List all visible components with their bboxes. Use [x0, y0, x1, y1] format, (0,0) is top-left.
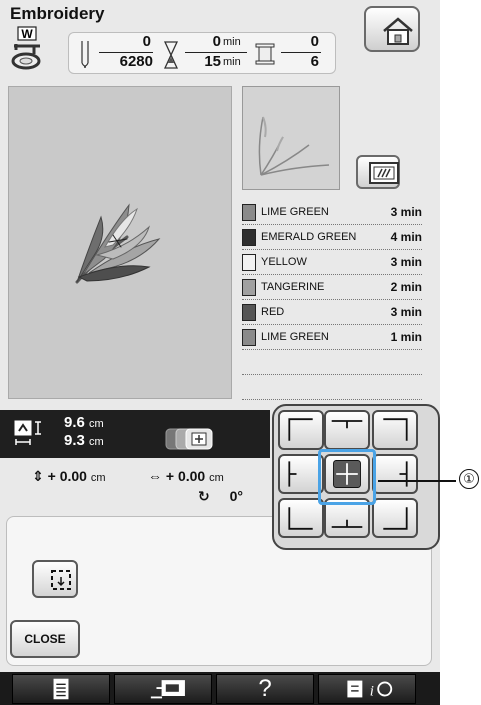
edge-bottom-icon: [331, 519, 363, 528]
thread-color-row: TANGERINE 2 min: [242, 275, 422, 300]
settings-button[interactable]: i: [318, 674, 416, 704]
svg-text:i: i: [370, 684, 374, 700]
thread-swatch: [242, 328, 256, 346]
embroidery-frame-icon: [369, 162, 399, 184]
thread-color-list: LIME GREEN 3 min EMERALD GREEN 4 min YEL…: [242, 200, 422, 400]
stitch-total: 6280: [119, 53, 153, 70]
pattern-thumbnail-image: [258, 116, 330, 176]
edge-right-icon: [399, 461, 408, 487]
trial-button[interactable]: [32, 560, 78, 598]
position-bottom-right-button[interactable]: [372, 498, 418, 538]
vertical-position: + 0.00: [47, 468, 87, 484]
position-top-left-button[interactable]: [278, 410, 324, 450]
thread-color-row: YELLOW 3 min: [242, 250, 422, 275]
corner-top-left-icon: [288, 418, 313, 441]
edge-top-icon: [331, 420, 363, 429]
corner-top-right-icon: [383, 418, 408, 441]
multi-pattern-button[interactable]: [164, 426, 226, 452]
thread-color-time: 3 min: [390, 305, 422, 319]
horizontal-position: + 0.00: [165, 468, 206, 484]
embroidery-preview[interactable]: [8, 86, 232, 399]
position-middle-right-button[interactable]: [372, 454, 418, 494]
rotation-icon: ↻: [198, 488, 210, 504]
size-icon: [14, 420, 41, 445]
presser-foot-icon: W: [10, 26, 50, 72]
pattern-thumbnail: [242, 86, 340, 190]
position-top-right-button[interactable]: [372, 410, 418, 450]
home-icon: [383, 17, 413, 45]
sewing-machine-icon: [150, 680, 185, 699]
list-button[interactable]: [12, 674, 110, 704]
help-button[interactable]: ?: [216, 674, 314, 704]
list-icon: [53, 678, 69, 700]
position-bottom-left-button[interactable]: [278, 498, 324, 538]
thread-color-time: 3 min: [390, 205, 422, 219]
thread-color-name: LIME GREEN: [261, 331, 329, 343]
thread-swatch: [242, 253, 256, 271]
size-width-unit: cm: [89, 436, 104, 448]
center-button-highlight: [318, 449, 376, 505]
color-total: 6: [310, 53, 319, 70]
thread-color-name: EMERALD GREEN: [261, 231, 357, 243]
vertical-arrow-icon: ⇕: [32, 468, 44, 484]
thread-swatch: [242, 278, 256, 296]
close-button[interactable]: CLOSE: [10, 620, 80, 658]
pattern-size-bar: 9.6 cm 9.3 cm: [0, 410, 270, 458]
embroidery-screen: Embroidery W 0 6280 0 min 15 min 0 6 LIM…: [0, 0, 440, 705]
sewing-machine-button[interactable]: [114, 674, 212, 704]
settings-icon: i: [347, 680, 393, 700]
thread-color-name: RED: [261, 306, 285, 318]
thread-color-row: EMERALD GREEN 4 min: [242, 225, 422, 250]
color-current: 0: [310, 33, 319, 50]
needle-icon: [81, 41, 89, 68]
thread-color-time: 3 min: [390, 255, 422, 269]
thread-swatch: [242, 228, 256, 246]
size-height-unit: cm: [89, 418, 104, 430]
trial-frame-icon: [51, 570, 71, 590]
vertical-unit: cm: [90, 472, 106, 484]
position-readout: ⇕ + 0.00 cm ⇔ + 0.00 cm ↻ 0°: [0, 462, 270, 512]
position-top-center-button[interactable]: [324, 410, 370, 450]
embroidery-frame-button[interactable]: [356, 155, 400, 189]
horizontal-arrow-icon: ⇔: [148, 468, 162, 484]
time-total-unit: min: [223, 56, 241, 68]
embroidery-design-image: [75, 203, 161, 284]
thread-color-name: LIME GREEN: [261, 206, 329, 218]
thread-color-row: LIME GREEN 3 min: [242, 200, 422, 225]
hourglass-icon: [163, 41, 179, 69]
rotation-value: 0°: [229, 488, 244, 504]
screen-title: Embroidery: [10, 4, 105, 23]
time-current: 0: [212, 33, 221, 50]
thread-color-time: 4 min: [390, 230, 422, 244]
thread-color-row: LIME GREEN 1 min: [242, 325, 422, 350]
thread-swatch: [242, 203, 256, 221]
bottom-toolbar: ? i: [0, 672, 440, 705]
horizontal-unit: cm: [209, 472, 224, 484]
thread-color-time: 2 min: [390, 280, 422, 294]
thread-swatch: [242, 303, 256, 321]
home-button[interactable]: [364, 6, 420, 52]
time-unit: min: [223, 36, 241, 48]
edge-left-icon: [288, 461, 297, 487]
thread-spool-icon: [255, 43, 275, 65]
callout-line: [378, 480, 456, 482]
multi-pattern-icon: [165, 428, 213, 450]
thread-color-name: YELLOW: [261, 256, 307, 268]
presser-foot-letter: W: [21, 27, 33, 41]
corner-bottom-right-icon: [383, 507, 408, 530]
thread-color-row: RED 3 min: [242, 300, 422, 325]
time-total: 15: [204, 53, 221, 70]
callout-number: ①: [459, 469, 479, 489]
sewing-counter-panel: 0 6280 0 min 15 min 0 6: [68, 32, 336, 74]
thread-color-name: TANGERINE: [261, 281, 325, 293]
size-width: 9.3: [64, 432, 85, 449]
size-height: 9.6: [64, 414, 85, 431]
thread-color-time: 1 min: [390, 330, 422, 344]
corner-bottom-left-icon: [288, 507, 313, 530]
stitch-current: 0: [142, 33, 151, 50]
